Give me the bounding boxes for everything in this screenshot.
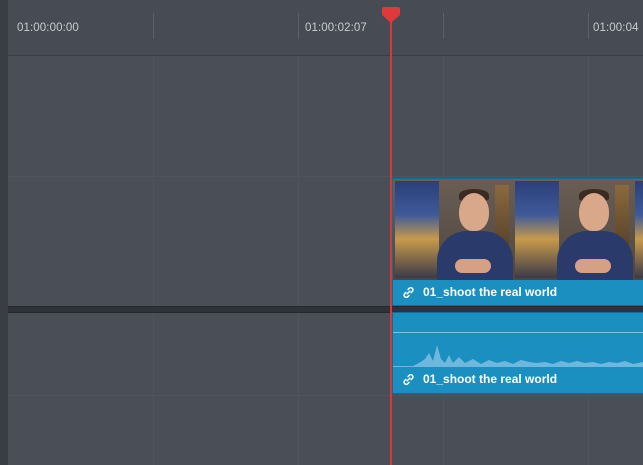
timecode-label: 01:00:04	[593, 22, 639, 34]
audio-clip-name: 01_shoot the real world	[423, 372, 558, 386]
grid-line	[8, 176, 643, 177]
ruler-tick	[588, 13, 589, 39]
video-clip-name: 01_shoot the real world	[423, 285, 558, 299]
ruler-tick	[298, 13, 299, 39]
clip-thumbnail	[513, 179, 633, 280]
timecode-label: 01:00:02:07	[305, 22, 367, 34]
clip-thumbnail	[393, 179, 513, 280]
audio-clip-label: 01_shoot the real world	[393, 365, 643, 393]
grid-line	[153, 55, 154, 465]
timecode-label: 01:00:00:00	[17, 22, 79, 34]
ruler-tick	[443, 13, 444, 39]
timecode-ruler[interactable]: 01:00:00:00 01:00:02:07 01:00:04	[8, 0, 643, 56]
grid-line	[298, 55, 299, 465]
ruler-tick	[153, 13, 154, 39]
timeline-panel[interactable]: 01:00:00:00 01:00:02:07 01:00:04 01_shoo…	[0, 0, 643, 465]
audio-clip[interactable]: 01_shoot the real world	[392, 312, 643, 394]
clip-thumbnail	[633, 179, 643, 280]
audio-waveform	[393, 345, 643, 367]
video-clip-label: 01_shoot the real world	[393, 279, 643, 305]
clip-thumbnails	[393, 179, 643, 280]
link-icon	[403, 373, 414, 385]
link-icon	[403, 286, 414, 298]
playhead-line[interactable]	[390, 14, 392, 465]
grid-line	[8, 395, 643, 396]
playhead-handle[interactable]	[381, 6, 401, 24]
video-clip[interactable]: 01_shoot the real world	[392, 178, 643, 306]
